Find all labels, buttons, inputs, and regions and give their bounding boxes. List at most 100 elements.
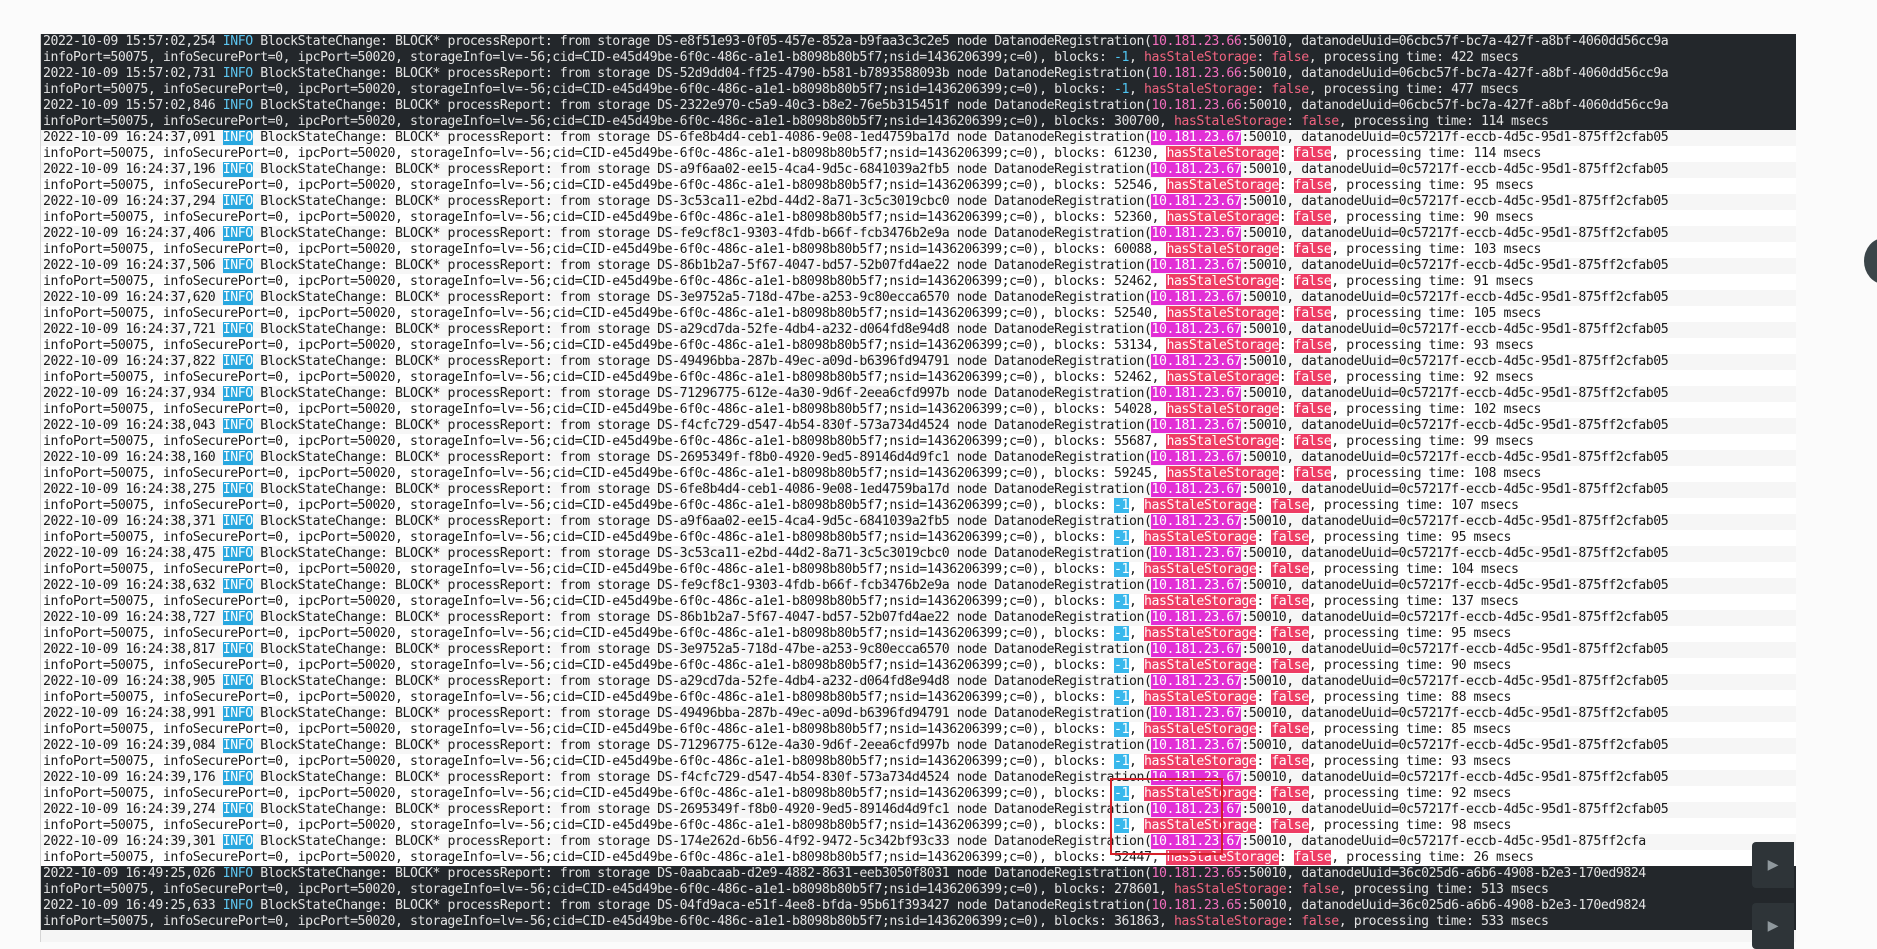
log-message: BlockStateChange: BLOCK* processReport: … bbox=[252, 546, 658, 561]
log-line: 2022-10-09 16:24:38,991 INFO BlockStateC… bbox=[41, 706, 1796, 722]
ip-address-badge: 10.181.23.67 bbox=[1151, 642, 1242, 657]
log-message: infoPort=50075, infoSecurePort=0, ipcPor… bbox=[43, 914, 1115, 929]
log-message: node DatanodeRegistration( bbox=[949, 34, 1152, 49]
log-line-continuation: infoPort=50075, infoSecurePort=0, ipcPor… bbox=[41, 370, 1796, 386]
log-line: 2022-10-09 16:24:39,084 INFO BlockStateC… bbox=[41, 738, 1796, 754]
log-message: :50010, datanodeUuid= bbox=[1241, 674, 1399, 689]
processing-time: 91 bbox=[1473, 274, 1489, 289]
log-line: 2022-10-09 16:24:38,160 INFO BlockStateC… bbox=[41, 450, 1796, 466]
stale-storage-value: false bbox=[1301, 114, 1339, 129]
storage-id: DS-a29cd7da-52fe-4db4-a232-d064fd8e94d8 bbox=[657, 322, 950, 337]
side-panel-icon[interactable]: ▶ bbox=[1752, 842, 1794, 888]
log-message: infoPort=50075, infoSecurePort=0, ipcPor… bbox=[43, 242, 1115, 257]
blocks-count: 52360 bbox=[1114, 210, 1152, 225]
datanode-uuid: 0c57217f-eccb-4d5c-95d1-875ff2cfab05 bbox=[1398, 610, 1669, 625]
stale-storage-label: hasStaleStorage bbox=[1143, 690, 1257, 705]
blocks-count: 59245 bbox=[1114, 466, 1152, 481]
log-message: infoPort=50075, infoSecurePort=0, ipcPor… bbox=[43, 146, 1115, 161]
stale-storage-value: false bbox=[1301, 914, 1339, 929]
ip-address-badge: 10.181.23.66 bbox=[1151, 66, 1242, 81]
log-timestamp: 2022-10-09 16:24:39,176 bbox=[43, 770, 216, 785]
log-line: 2022-10-09 15:57:02,846 INFO BlockStateC… bbox=[41, 98, 1796, 114]
log-level-badge: INFO bbox=[222, 322, 253, 337]
log-message: , processing time: bbox=[1308, 626, 1452, 641]
log-message: node DatanodeRegistration( bbox=[949, 66, 1152, 81]
blocks-count: -1 bbox=[1114, 818, 1129, 833]
ip-address-badge: 10.181.23.66 bbox=[1151, 34, 1242, 49]
log-message: :50010, datanodeUuid= bbox=[1241, 546, 1399, 561]
log-message: infoPort=50075, infoSecurePort=0, ipcPor… bbox=[43, 786, 1115, 801]
side-panel-icon-2[interactable]: ▶ bbox=[1752, 903, 1794, 949]
log-message: BlockStateChange: BLOCK* processReport: … bbox=[252, 130, 658, 145]
processing-time: 108 bbox=[1473, 466, 1497, 481]
log-message: BlockStateChange: BLOCK* processReport: … bbox=[252, 866, 658, 881]
log-line: 2022-10-09 16:24:37,294 INFO BlockStateC… bbox=[41, 194, 1796, 210]
floating-side-button[interactable] bbox=[1864, 238, 1877, 284]
log-message: infoPort=50075, infoSecurePort=0, ipcPor… bbox=[43, 818, 1115, 833]
log-message: infoPort=50075, infoSecurePort=0, ipcPor… bbox=[43, 178, 1115, 193]
log-line-continuation: infoPort=50075, infoSecurePort=0, ipcPor… bbox=[41, 274, 1796, 290]
log-message: BlockStateChange: BLOCK* processReport: … bbox=[252, 738, 658, 753]
log-message: BlockStateChange: BLOCK* processReport: … bbox=[252, 802, 658, 817]
log-message: :50010, datanodeUuid= bbox=[1241, 258, 1399, 273]
log-message: :50010, datanodeUuid= bbox=[1241, 770, 1399, 785]
log-timestamp: 2022-10-09 16:49:25,633 bbox=[43, 898, 216, 913]
log-message: node DatanodeRegistration( bbox=[949, 898, 1152, 913]
log-line: 2022-10-09 16:49:25,633 INFO BlockStateC… bbox=[41, 898, 1796, 914]
log-timestamp: 2022-10-09 16:24:38,475 bbox=[43, 546, 216, 561]
stale-storage-label: hasStaleStorage bbox=[1143, 530, 1257, 545]
log-level-badge: INFO bbox=[222, 706, 253, 721]
blocks-count: -1 bbox=[1114, 658, 1129, 673]
processing-time: 99 bbox=[1473, 434, 1489, 449]
storage-id: DS-04fd9aca-e51f-4ee8-bfda-95b61f393427 bbox=[657, 898, 950, 913]
ip-address-badge: 10.181.23.67 bbox=[1151, 450, 1242, 465]
processing-time: 95 bbox=[1451, 626, 1467, 641]
log-message: infoPort=50075, infoSecurePort=0, ipcPor… bbox=[43, 498, 1115, 513]
log-line: 2022-10-09 16:24:39,301 INFO BlockStateC… bbox=[41, 834, 1796, 850]
log-message: infoPort=50075, infoSecurePort=0, ipcPor… bbox=[43, 370, 1115, 385]
stale-storage-label: hasStaleStorage bbox=[1143, 722, 1257, 737]
storage-id: DS-a9f6aa02-ee15-4ca4-9d5c-6841039a2fb5 bbox=[657, 162, 950, 177]
log-message: infoPort=50075, infoSecurePort=0, ipcPor… bbox=[43, 82, 1115, 97]
log-message: , processing time: bbox=[1308, 722, 1452, 737]
ip-address-badge: 10.181.23.67 bbox=[1151, 482, 1242, 497]
log-level-badge: INFO bbox=[222, 354, 253, 369]
blocks-count: 61230 bbox=[1114, 146, 1152, 161]
blocks-count: -1 bbox=[1114, 626, 1129, 641]
log-message: :50010, datanodeUuid= bbox=[1241, 98, 1399, 113]
log-message: infoPort=50075, infoSecurePort=0, ipcPor… bbox=[43, 114, 1115, 129]
stale-storage-label: hasStaleStorage bbox=[1173, 114, 1287, 129]
log-timestamp: 2022-10-09 16:24:38,632 bbox=[43, 578, 216, 593]
log-line: 2022-10-09 16:24:37,506 INFO BlockStateC… bbox=[41, 258, 1796, 274]
stale-storage-label: hasStaleStorage bbox=[1166, 370, 1279, 385]
log-message: , processing time: bbox=[1331, 402, 1474, 417]
log-line: 2022-10-09 16:24:38,371 INFO BlockStateC… bbox=[41, 514, 1796, 530]
log-message: node DatanodeRegistration( bbox=[949, 674, 1152, 689]
datanode-uuid: 36c025d6-a6b6-4908-b2e3-170ed9824 bbox=[1398, 898, 1647, 913]
log-line-continuation: infoPort=50075, infoSecurePort=0, ipcPor… bbox=[41, 402, 1796, 418]
log-message: :50010, datanodeUuid= bbox=[1241, 194, 1399, 209]
log-message: infoPort=50075, infoSecurePort=0, ipcPor… bbox=[43, 850, 1115, 865]
processing-time: 107 bbox=[1451, 498, 1474, 513]
log-message: :50010, datanodeUuid= bbox=[1241, 354, 1399, 369]
log-message: node DatanodeRegistration( bbox=[949, 866, 1152, 881]
log-message: , processing time: bbox=[1308, 50, 1452, 65]
log-message: infoPort=50075, infoSecurePort=0, ipcPor… bbox=[43, 466, 1115, 481]
blocks-count: -1 bbox=[1114, 50, 1129, 65]
log-group: 2022-10-09 16:49:25,026 INFO BlockStateC… bbox=[41, 866, 1796, 930]
log-level-badge: INFO bbox=[222, 802, 253, 817]
log-level-badge: INFO bbox=[222, 226, 253, 241]
log-line-continuation: infoPort=50075, infoSecurePort=0, ipcPor… bbox=[41, 626, 1796, 642]
ip-address-badge: 10.181.23.67 bbox=[1151, 194, 1242, 209]
log-message: msecs bbox=[1503, 882, 1549, 897]
log-message: BlockStateChange: BLOCK* processReport: … bbox=[252, 66, 658, 81]
processing-time: 513 bbox=[1481, 882, 1504, 897]
log-line-continuation: infoPort=50075, infoSecurePort=0, ipcPor… bbox=[41, 690, 1796, 706]
log-message: infoPort=50075, infoSecurePort=0, ipcPor… bbox=[43, 434, 1115, 449]
log-message: , processing time: bbox=[1308, 498, 1452, 513]
stale-storage-value: false bbox=[1271, 594, 1309, 609]
datanode-uuid: 0c57217f-eccb-4d5c-95d1-875ff2cfab05 bbox=[1398, 642, 1669, 657]
log-message: , processing time: bbox=[1308, 786, 1452, 801]
log-message: msecs bbox=[1466, 786, 1512, 801]
log-timestamp: 2022-10-09 16:24:37,620 bbox=[43, 290, 216, 305]
